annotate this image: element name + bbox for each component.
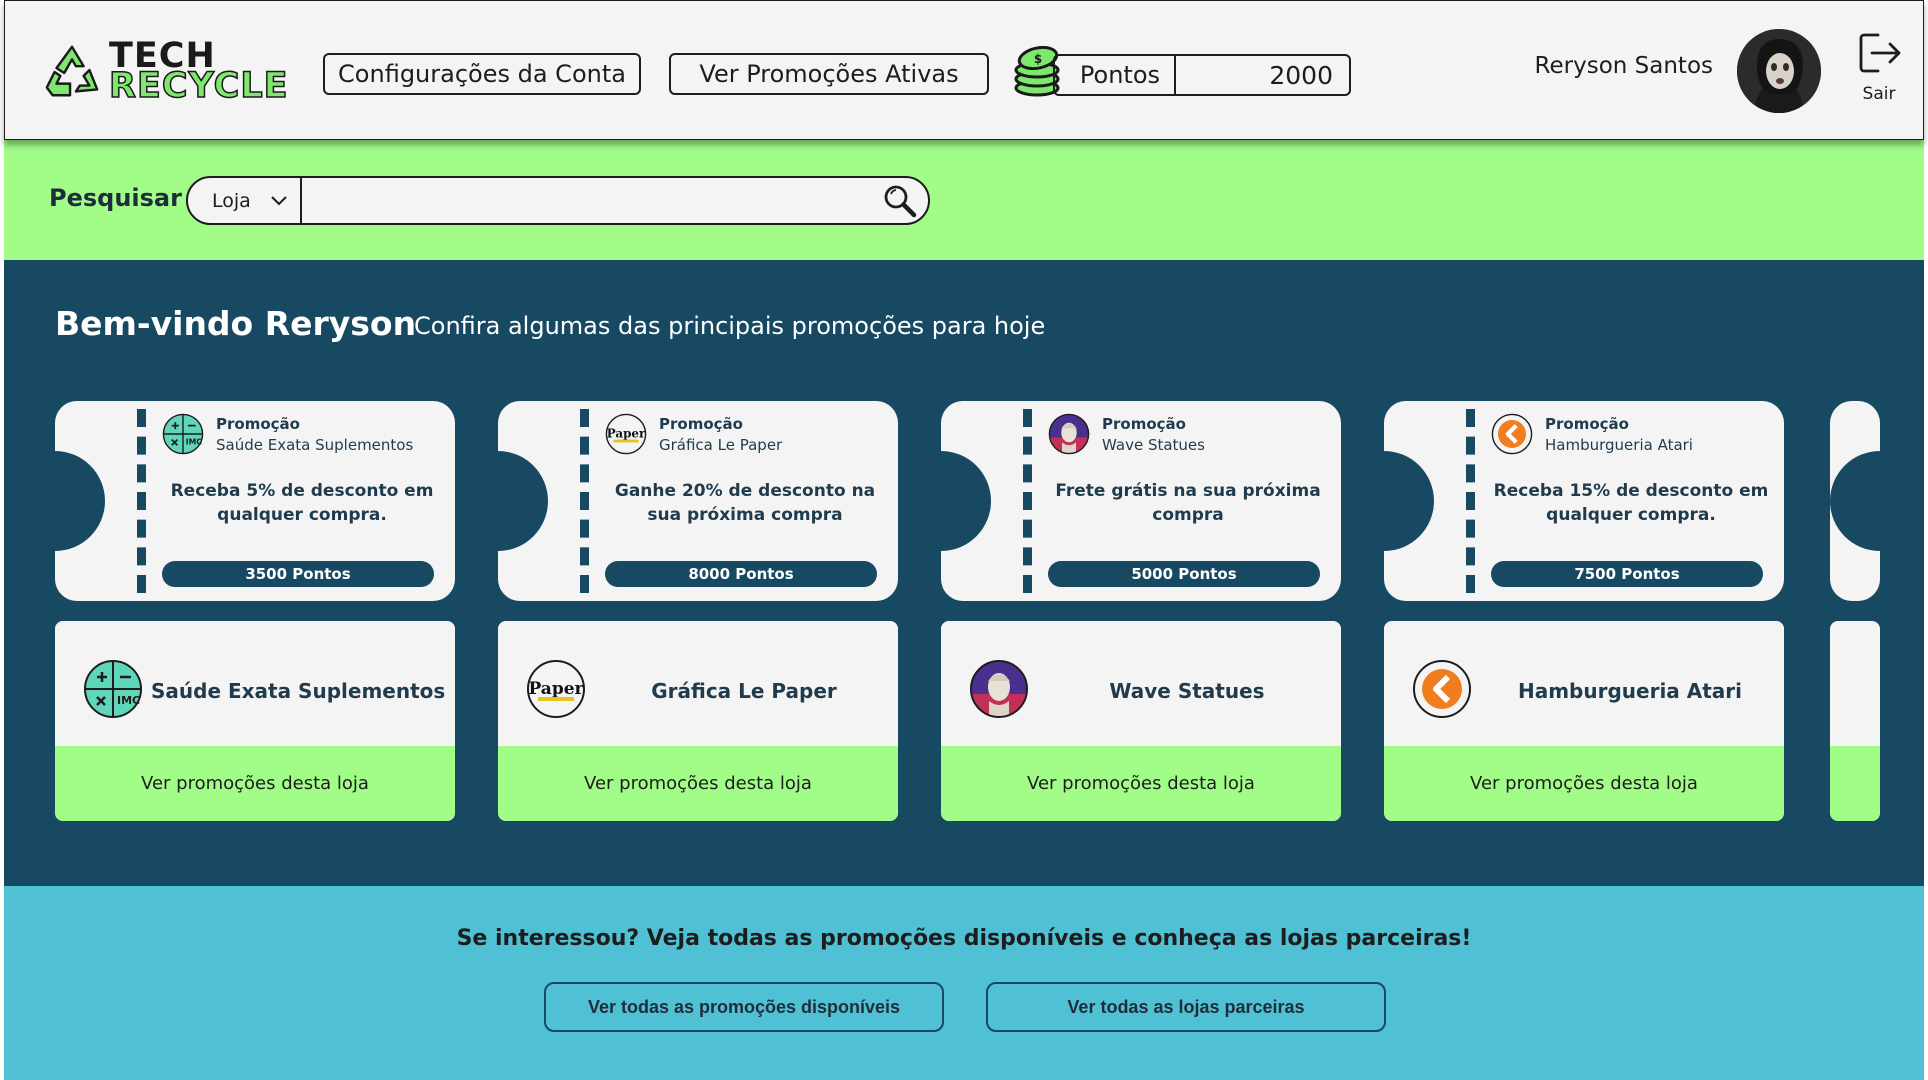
promotion-coupon-partial[interactable] [1830,401,1880,601]
user-name[interactable]: Reryson Santos [1505,53,1713,79]
chevron-down-icon [271,196,287,206]
promotion-coupon[interactable]: Promoção Saúde Exata Suplementos Receba … [55,401,455,601]
welcome-heading: Bem-vindo Reryson [55,304,417,343]
imc-logo-icon [162,413,204,455]
coupon-store: Hamburgueria Atari [1545,436,1693,454]
coupon-perforation [1466,409,1475,593]
atari-logo-icon [1412,659,1472,719]
coupon-notch [1830,451,1880,551]
coupon-description: Ganhe 20% de desconto na sua próxima com… [614,481,876,525]
store-name: Hamburgueria Atari [1517,679,1743,703]
search-filter-value: Loja [212,189,251,212]
coupon-points-button[interactable]: 3500 Pontos [162,561,434,587]
coupon-description: Receba 5% de desconto em qualquer compra… [170,481,434,525]
active-promotions-button[interactable]: Ver Promoções Ativas [669,53,989,95]
store-card: Hamburgueria Atari Ver promoções desta l… [1384,621,1784,821]
paper-logo-icon [605,413,647,455]
promotion-coupon[interactable]: Promoção Wave Statues Frete grátis na su… [941,401,1341,601]
coupon-description: Frete grátis na sua próxima compra [1055,481,1321,525]
svg-text:$: $ [1034,52,1042,66]
coupon-store: Gráfica Le Paper [659,436,783,454]
promotion-coupon[interactable]: Promoção Gráfica Le Paper Ganhe 20% de d… [498,401,898,601]
user-avatar[interactable] [1737,29,1821,113]
coupon-description: Receba 15% de desconto em qualquer compr… [1493,481,1769,525]
statue-logo-icon [1048,413,1090,455]
avatar-portrait-icon [1737,29,1821,113]
imc-logo-icon [83,659,143,719]
all-stores-button[interactable]: Ver todas as lojas parceiras [986,982,1386,1032]
coupon-perforation [1023,409,1032,593]
coupon-points-button[interactable]: 7500 Pontos [1491,561,1763,587]
coupon-kind: Promoção [1102,415,1186,433]
coupon-kind: Promoção [659,415,743,433]
view-store-promotions-button[interactable]: Ver promoções desta loja [941,746,1341,821]
view-store-promotions-button[interactable]: Ver promoções desta loja [1384,746,1784,821]
logout-icon [1859,33,1901,73]
store-name: Gráfica Le Paper [651,679,837,703]
logout-label: Sair [1862,84,1896,104]
coupon-perforation [580,409,589,593]
coupon-store: Saúde Exata Suplementos [216,436,414,454]
coupon-kind: Promoção [216,415,300,433]
view-store-promotions-button[interactable]: Ver promoções desta loja [498,746,898,821]
coupon-points-button[interactable]: 8000 Pontos [605,561,877,587]
coupon-notch [1384,451,1434,551]
search-bar: Loja [186,176,930,225]
store-card-header: Gráfica Le Paper [498,621,898,746]
points-label: Pontos [1055,56,1176,94]
promotions-section: Bem-vindo Reryson Confira algumas das pr… [4,260,1924,886]
store-card-header: Wave Statues [941,621,1341,746]
store-card-partial[interactable] [1830,621,1880,821]
account-settings-button[interactable]: Configurações da Conta [323,53,641,95]
search-section: Pesquisar Loja [4,140,1924,260]
store-name: Saúde Exata Suplementos [151,679,446,703]
footer-section: Se interessou? Veja todas as promoções d… [4,886,1924,1080]
search-filter-select[interactable]: Loja [188,178,302,223]
store-card-partial-footer [1830,746,1880,821]
footer-message: Se interessou? Veja todas as promoções d… [456,926,1472,951]
store-card: Saúde Exata Suplementos Ver promoções de… [55,621,455,821]
logout-button[interactable]: Sair [1851,31,1907,111]
store-card-header: Saúde Exata Suplementos [55,621,455,746]
coupon-notch [55,451,105,551]
promotion-coupon[interactable]: Promoção Hamburgueria Atari Receba 15% d… [1384,401,1784,601]
paper-logo-icon [526,659,586,719]
app-root: TECH RECYCLE Configurações da Conta Ver … [0,0,1928,1080]
coupon-store: Wave Statues [1102,436,1205,454]
points-display: Pontos 2000 [1053,54,1351,96]
search-label: Pesquisar [49,184,182,212]
coupon-notch [498,451,548,551]
store-card: Gráfica Le Paper Ver promoções desta loj… [498,621,898,821]
view-store-promotions-button[interactable]: Ver promoções desta loja [55,746,455,821]
coupon-notch [941,451,991,551]
coupon-perforation [137,409,146,593]
store-name: Wave Statues [1109,679,1265,703]
store-card: Wave Statues Ver promoções desta loja [941,621,1341,821]
logo-text-bottom: RECYCLE [108,66,289,106]
all-promotions-button[interactable]: Ver todas as promoções disponíveis [544,982,944,1032]
coupon-points-button[interactable]: 5000 Pontos [1048,561,1320,587]
welcome-subtitle: Confira algumas das principais promoções… [414,312,1046,340]
top-header: TECH RECYCLE Configurações da Conta Ver … [4,0,1924,140]
atari-logo-icon [1491,413,1533,455]
tech-recycle-logo[interactable]: TECH RECYCLE [41,37,288,109]
search-button[interactable] [872,178,928,223]
coupon-kind: Promoção [1545,415,1629,433]
statue-logo-icon [969,659,1029,719]
search-icon [884,185,917,217]
points-value: 2000 [1269,60,1333,90]
store-card-header: Hamburgueria Atari [1384,621,1784,746]
search-input[interactable] [302,178,872,223]
recycle-icon [45,45,99,97]
